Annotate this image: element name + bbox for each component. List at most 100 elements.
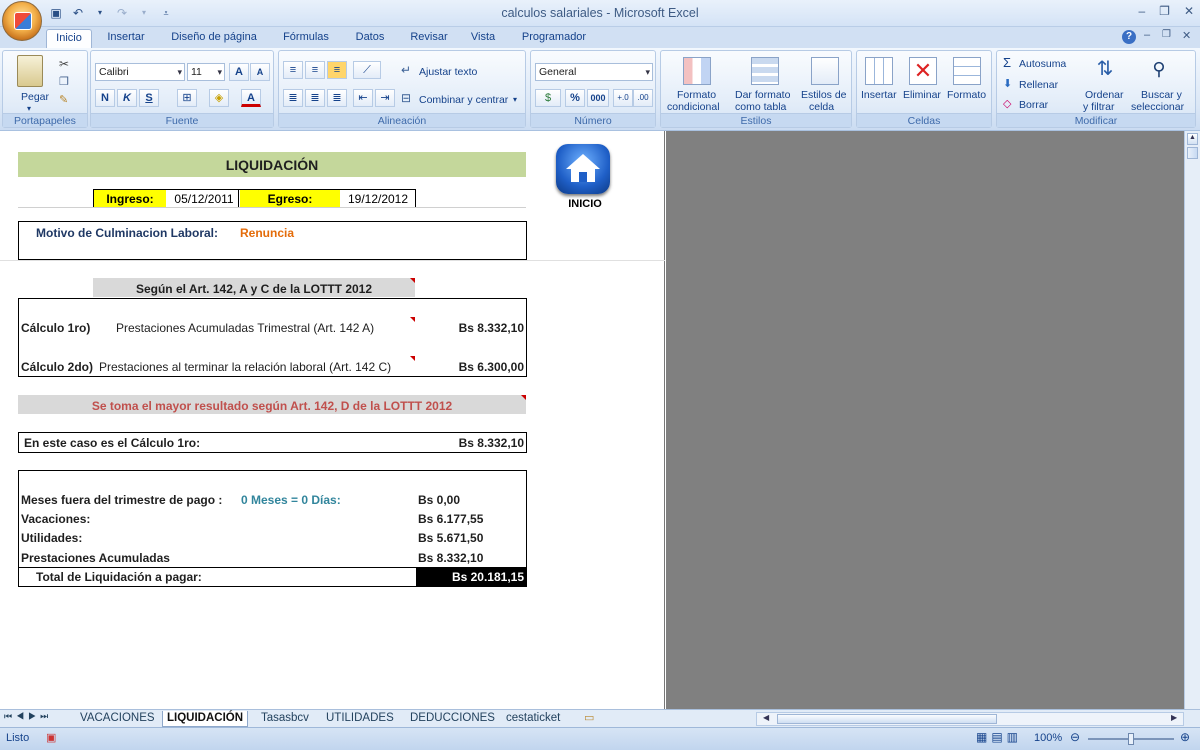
formato-condicional-label[interactable]: Formato — [677, 89, 716, 101]
increase-decimal-icon[interactable]: +.0 — [613, 89, 633, 107]
ordenar-label-2[interactable]: y filtrar — [1083, 101, 1115, 113]
shrink-font-icon[interactable]: A — [250, 63, 270, 81]
binoculars-icon[interactable]: ⚲ — [1145, 55, 1173, 83]
font-size-select[interactable]: 11 — [187, 63, 225, 81]
font-name-select[interactable]: Calibri — [95, 63, 185, 81]
align-middle-icon[interactable]: ≡ — [305, 61, 325, 79]
scroll-thumb[interactable] — [1187, 147, 1198, 159]
combinar-dropdown-icon[interactable]: ▾ — [513, 94, 517, 106]
font-color-icon[interactable]: A — [241, 89, 261, 107]
view-buttons-icon[interactable]: ▦▤▥ — [976, 730, 1022, 744]
sheet-tab-deducciones[interactable]: DEDUCCIONES — [410, 711, 495, 727]
restore-icon[interactable]: ❐ — [1159, 4, 1170, 18]
comment-indicator[interactable] — [521, 395, 526, 400]
align-top-icon[interactable]: ≡ — [283, 61, 303, 79]
estilos-celda-label[interactable]: Estilos de — [801, 89, 847, 101]
tab-revisar[interactable]: Revisar — [404, 29, 454, 48]
estilos-celda-label-2[interactable]: celda — [809, 101, 834, 113]
zoom-in-icon[interactable]: ⊕ — [1180, 730, 1190, 744]
currency-icon[interactable]: $ — [535, 89, 561, 107]
minimize-icon[interactable]: – — [1138, 4, 1145, 18]
horizontal-scrollbar[interactable]: ◀ ▶ — [756, 712, 1184, 726]
borrar-button[interactable]: Borrar — [1019, 99, 1048, 111]
formato-button[interactable]: Formato — [947, 89, 986, 101]
copy-icon[interactable]: ❐ — [59, 75, 69, 88]
increase-indent-icon[interactable]: ⇥ — [375, 89, 395, 107]
h-scroll-thumb[interactable] — [777, 714, 997, 724]
home-label[interactable]: INICIO — [556, 198, 614, 210]
ajustar-texto-button[interactable]: Ajustar texto — [419, 66, 477, 78]
rellenar-button[interactable]: Rellenar — [1019, 79, 1058, 91]
eliminar-button[interactable]: Eliminar — [903, 89, 941, 101]
ordenar-label[interactable]: Ordenar — [1085, 89, 1124, 101]
tab-diseno[interactable]: Diseño de página — [164, 29, 264, 48]
vertical-scrollbar[interactable]: ▲ — [1184, 131, 1200, 709]
sheet-tab-cestaticket[interactable]: cestaticket — [506, 711, 560, 727]
tab-inicio[interactable]: Inicio — [46, 29, 92, 48]
decrease-indent-icon[interactable]: ⇤ — [353, 89, 373, 107]
format-cells-icon[interactable] — [953, 57, 981, 85]
help-icon[interactable]: ? — [1122, 30, 1136, 44]
orientation-icon[interactable]: ⟋ — [353, 61, 381, 79]
fill-color-icon[interactable]: ◈ — [209, 89, 229, 107]
pegar-button[interactable]: Pegar — [21, 91, 49, 103]
macro-record-icon[interactable]: ▣ — [46, 731, 56, 744]
sheet-nav-icon[interactable]: ⏮◀▶⏭ — [4, 711, 52, 722]
wb-minimize-icon[interactable]: – — [1144, 29, 1150, 41]
buscar-label-2[interactable]: seleccionar — [1131, 101, 1184, 113]
align-right-icon[interactable]: ≣ — [327, 89, 347, 107]
number-format-select[interactable]: General — [535, 63, 653, 81]
insertar-button[interactable]: Insertar — [861, 89, 897, 101]
format-table-icon[interactable] — [751, 57, 779, 85]
decrease-decimal-icon[interactable]: .00 — [633, 89, 653, 107]
align-bottom-icon[interactable]: ≡ — [327, 61, 347, 79]
tab-insertar[interactable]: Insertar — [100, 29, 152, 48]
tab-datos[interactable]: Datos — [348, 29, 392, 48]
borders-icon[interactable]: ⊞ — [177, 89, 197, 107]
grow-font-icon[interactable]: A — [229, 63, 249, 81]
wb-restore-icon[interactable]: ❐ — [1162, 29, 1171, 40]
office-button[interactable] — [2, 1, 42, 41]
paste-icon[interactable] — [17, 55, 43, 87]
wb-close-icon[interactable]: ✕ — [1182, 29, 1191, 42]
comment-indicator[interactable] — [410, 317, 415, 322]
close-icon[interactable]: ✕ — [1184, 4, 1194, 18]
cut-icon[interactable]: ✂ — [59, 57, 69, 71]
format-painter-icon[interactable]: ✎ — [59, 93, 68, 106]
dar-formato-label-2[interactable]: como tabla — [735, 101, 786, 113]
comment-indicator[interactable] — [410, 356, 415, 361]
thousands-button[interactable]: 000 — [587, 89, 609, 107]
underline-button[interactable]: S — [139, 89, 159, 107]
insert-cells-icon[interactable] — [865, 57, 893, 85]
combinar-button[interactable]: Combinar y centrar — [419, 94, 508, 106]
zoom-level[interactable]: 100% — [1034, 732, 1062, 744]
worksheet[interactable]: LIQUIDACIÓN Ingreso: 05/12/2011 Egreso: … — [0, 131, 665, 709]
formato-condicional-label-2[interactable]: condicional — [667, 101, 720, 113]
scroll-up-icon[interactable]: ▲ — [1187, 133, 1198, 145]
sheet-tab-vacaciones[interactable]: VACACIONES — [80, 711, 155, 727]
buscar-label[interactable]: Buscar y — [1141, 89, 1182, 101]
egreso-value[interactable]: 19/12/2012 — [342, 192, 414, 206]
italic-button[interactable]: K — [117, 89, 137, 107]
comment-indicator[interactable] — [410, 278, 415, 283]
conditional-format-icon[interactable] — [683, 57, 711, 85]
dar-formato-label[interactable]: Dar formato — [735, 89, 790, 101]
scroll-right-icon[interactable]: ▶ — [1171, 713, 1177, 722]
tab-programador[interactable]: Programador — [514, 29, 594, 48]
bold-button[interactable]: N — [95, 89, 115, 107]
sheet-tab-liquidacion[interactable]: LIQUIDACIÓN — [162, 711, 249, 727]
autosuma-button[interactable]: Autosuma — [1019, 58, 1066, 70]
delete-cells-icon[interactable]: ✕ — [909, 57, 937, 85]
sheet-tab-utilidades[interactable]: UTILIDADES — [326, 711, 394, 727]
sheet-tab-tasasbcv[interactable]: Tasasbcv — [261, 711, 309, 727]
cell-styles-icon[interactable] — [811, 57, 839, 85]
home-button[interactable] — [556, 144, 610, 194]
ingreso-value[interactable]: 05/12/2011 — [170, 192, 238, 206]
insert-sheet-icon[interactable]: ▭ — [584, 711, 594, 724]
align-center-icon[interactable]: ≣ — [305, 89, 325, 107]
zoom-thumb[interactable] — [1128, 733, 1134, 745]
motivo-value[interactable]: Renuncia — [240, 226, 294, 240]
percent-button[interactable]: % — [565, 89, 585, 107]
zoom-out-icon[interactable]: ⊖ — [1070, 730, 1080, 744]
align-left-icon[interactable]: ≣ — [283, 89, 303, 107]
